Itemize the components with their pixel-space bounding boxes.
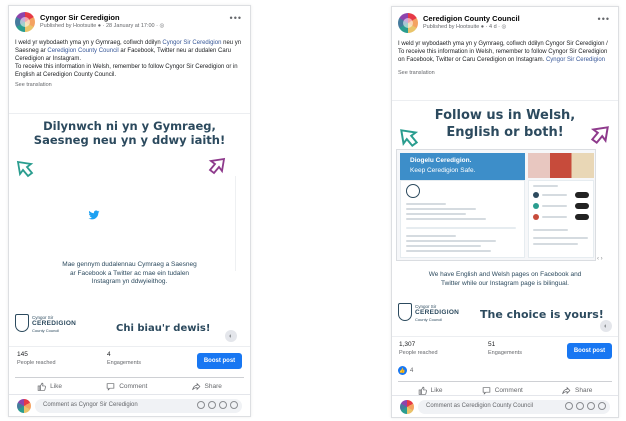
see-translation-link[interactable]: See translation: [398, 69, 612, 77]
engagements-count: 51: [488, 341, 496, 348]
arrow-icon: [208, 157, 226, 175]
page-avatar[interactable]: [398, 13, 418, 33]
page-name[interactable]: Ceredigion County Council: [423, 14, 520, 23]
engagements-count: 4: [107, 351, 111, 358]
post-insights: 1,307 People reached 51 Engagements Boos…: [392, 338, 618, 370]
twitter-banner: Diogelu Ceredigion. Keep Ceredigion Safe…: [400, 153, 525, 180]
people-reached-count: 1,307: [399, 341, 416, 348]
people-reached-label: People reached: [399, 350, 438, 356]
boost-post-button[interactable]: Boost post: [197, 353, 242, 369]
engagements-label: Engagements: [488, 350, 522, 356]
post-card-welsh: Cyngor Sir Ceredigion Published by Hoots…: [8, 5, 251, 417]
camera-icon[interactable]: [208, 401, 216, 409]
graphic-body: Mae gennym dudalennau Cymraeg a Saesneg …: [62, 261, 197, 285]
arrow-icon: [16, 160, 34, 178]
graphic-body: We have English and Welsh pages on Faceb…: [428, 271, 582, 287]
graphic-headline: Follow us in Welsh, English or both!: [434, 108, 576, 140]
post-actions: Like Comment Share: [15, 377, 244, 395]
scroll-track[interactable]: [235, 176, 241, 271]
next-image-button[interactable]: ◐: [600, 320, 612, 332]
arrow-icon: [590, 126, 609, 145]
comment-composer: Comment as Cyngor Sir Ceredigion: [9, 394, 250, 416]
more-options-icon[interactable]: •••: [230, 13, 242, 23]
mention-link[interactable]: Cyngor Sir Ceredigion: [162, 40, 221, 46]
share-icon: [191, 382, 200, 391]
like-icon: [37, 382, 46, 391]
like-reaction-icon: 👍: [398, 366, 407, 375]
mention-link[interactable]: Cyngor Sir Ceredigion: [546, 57, 605, 63]
post-text: I weld yr wybodaeth yma yn y Gymraeg, co…: [398, 40, 612, 77]
comment-input[interactable]: Comment as Cyngor Sir Ceredigion: [35, 399, 242, 413]
council-logo: Cyngor Sir CEREDIGION County Council: [15, 314, 76, 340]
post-insights: 145 People reached 4 Engagements Boost p…: [9, 348, 250, 380]
share-button[interactable]: Share: [562, 386, 592, 395]
post-text: I weld yr wybodaeth yma yn y Gymraeg, co…: [15, 39, 244, 89]
like-button[interactable]: Like: [418, 386, 443, 395]
council-logo: Cyngor Sir CEREDIGION County Council: [398, 303, 459, 329]
share-icon: [562, 386, 571, 395]
comment-input[interactable]: Comment as Ceredigion County Council: [418, 400, 610, 414]
emoji-icon[interactable]: [565, 402, 573, 410]
commenter-avatar: [400, 400, 414, 414]
graphic-slogan: The choice is yours!: [480, 308, 604, 321]
post-header: Ceredigion County Council Published by H…: [398, 13, 612, 41]
people-reached-count: 145: [17, 351, 28, 358]
page-avatar[interactable]: [15, 12, 35, 32]
twitter-profile-panel: [400, 180, 525, 258]
graphic-headline: Dilynwch ni yn y Gymraeg, Saesneg neu yn…: [33, 119, 226, 147]
social-pages-screenshot: Diogelu Ceredigion. Keep Ceredigion Safe…: [396, 149, 596, 261]
reactions-count: 4: [410, 367, 414, 374]
post-meta: Published by Hootsuite ● · 4 d · ◎: [423, 24, 507, 30]
comment-composer: Comment as Ceredigion County Council: [392, 395, 618, 417]
comment-icon: [106, 383, 115, 391]
post-image[interactable]: Dilynwch ni yn y Gymraeg, Saesneg neu yn…: [9, 113, 250, 347]
twitter-icon: [88, 210, 100, 220]
like-icon: [418, 386, 427, 395]
mention-link[interactable]: Ceredigion County Council: [47, 48, 118, 54]
scroll-indicators[interactable]: ‹ ›: [597, 256, 603, 262]
like-button[interactable]: Like: [37, 382, 62, 391]
post-image[interactable]: Follow us in Welsh, English or both! Dio…: [392, 100, 618, 337]
emoji-icon[interactable]: [197, 401, 205, 409]
people-reached-label: People reached: [17, 360, 56, 366]
comment-tools: [197, 401, 238, 409]
sticker-icon[interactable]: [230, 401, 238, 409]
see-translation-link[interactable]: See translation: [15, 81, 244, 89]
post-card-english: Ceredigion County Council Published by H…: [391, 6, 619, 418]
engagements-label: Engagements: [107, 360, 141, 366]
comment-tools: [565, 402, 606, 410]
more-options-icon[interactable]: •••: [598, 14, 610, 24]
post-meta: Published by Hootsuite ● · 28 January at…: [40, 23, 165, 29]
boost-post-button[interactable]: Boost post: [567, 343, 612, 359]
instagram-thumbnails: [528, 153, 594, 178]
gif-icon[interactable]: [587, 402, 595, 410]
post-header: Cyngor Sir Ceredigion Published by Hoots…: [15, 12, 244, 40]
graphic-slogan: Chi biau'r dewis!: [116, 323, 211, 334]
sticker-icon[interactable]: [598, 402, 606, 410]
comment-icon: [482, 387, 490, 395]
camera-icon[interactable]: [576, 402, 584, 410]
share-button[interactable]: Share: [191, 382, 222, 391]
next-image-button[interactable]: ◐: [225, 330, 237, 342]
comment-button[interactable]: Comment: [482, 386, 523, 395]
reactions-summary[interactable]: 👍 4: [398, 366, 413, 375]
page-name[interactable]: Cyngor Sir Ceredigion: [40, 13, 120, 22]
video-placeholder[interactable]: [39, 176, 204, 271]
commenter-avatar: [17, 399, 31, 413]
arrow-icon: [400, 129, 419, 148]
gif-icon[interactable]: [219, 401, 227, 409]
comment-button[interactable]: Comment: [106, 382, 147, 391]
twitter-suggestions-panel: [528, 180, 594, 258]
